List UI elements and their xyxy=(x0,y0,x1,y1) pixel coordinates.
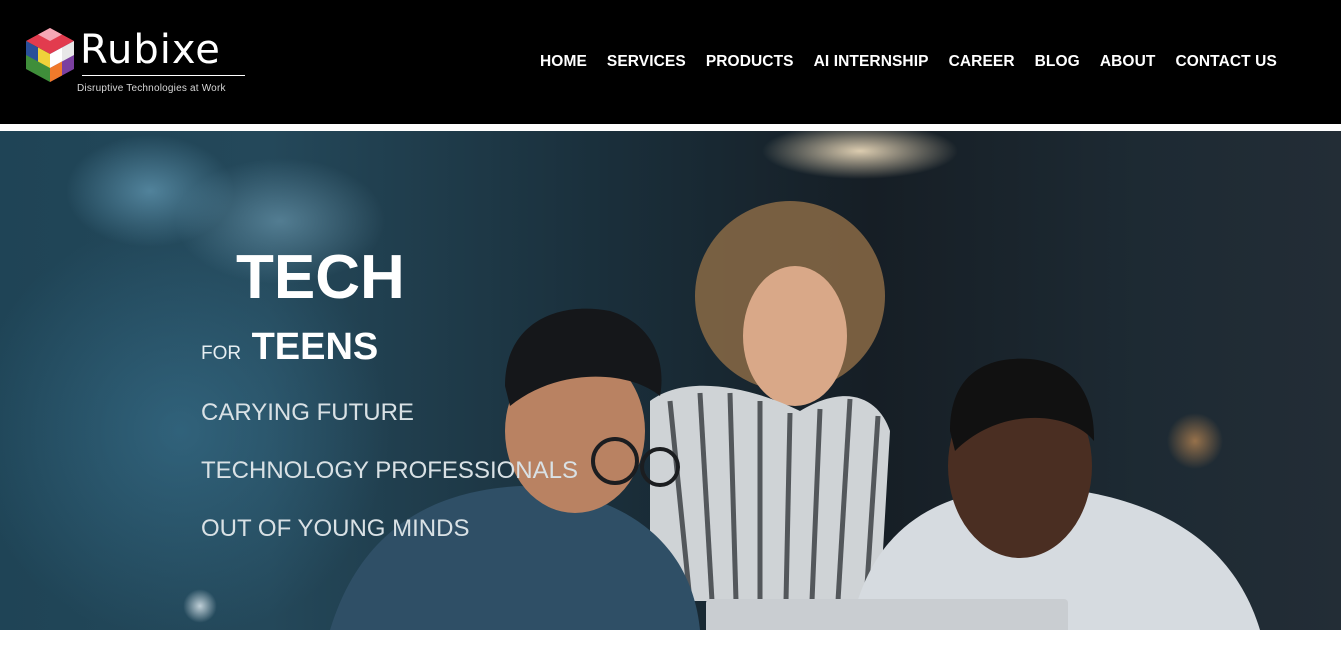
nav-career[interactable]: CAREER xyxy=(949,50,1015,74)
hero-heading-tech: TECH xyxy=(236,243,405,312)
hero-banner: TECH FOR TEENS CARYING FUTURE TECHNOLOGY… xyxy=(0,131,1341,630)
hero-line-2: TECHNOLOGY PROFESSIONALS xyxy=(201,457,578,484)
hero-heading-teens: TEENS xyxy=(251,326,379,368)
header-divider xyxy=(0,124,1341,131)
nav-about[interactable]: ABOUT xyxy=(1100,50,1156,74)
hero-heading-row: FOR TEENS xyxy=(201,323,378,379)
nav-ai-internship[interactable]: AI INTERNSHIP xyxy=(814,50,929,74)
brand-tagline: Disruptive Technologies at Work xyxy=(77,83,226,94)
hero-line-1: CARYING FUTURE xyxy=(201,399,414,426)
nav-products[interactable]: PRODUCTS xyxy=(706,50,794,74)
nav-blog[interactable]: BLOG xyxy=(1035,50,1080,74)
brand-name: Rubixe xyxy=(80,27,221,73)
brand-logo[interactable]: Rubixe Disruptive Technologies at Work xyxy=(24,24,254,100)
hero-heading-for: FOR xyxy=(201,343,242,364)
hexagon-cube-logo-icon xyxy=(26,28,74,82)
site-header: Rubixe Disruptive Technologies at Work H… xyxy=(0,0,1341,124)
hero-photo-people-at-laptop xyxy=(330,201,1260,630)
nav-contact-us[interactable]: CONTACT US xyxy=(1175,50,1276,74)
page-content-start xyxy=(0,630,1341,650)
nav-services[interactable]: SERVICES xyxy=(607,50,686,74)
brand-underline xyxy=(82,75,245,76)
hero-line-3: OUT OF YOUNG MINDS xyxy=(201,515,470,542)
main-nav: HOME SERVICES PRODUCTS AI INTERNSHIP CAR… xyxy=(540,50,1277,74)
nav-home[interactable]: HOME xyxy=(540,50,587,74)
